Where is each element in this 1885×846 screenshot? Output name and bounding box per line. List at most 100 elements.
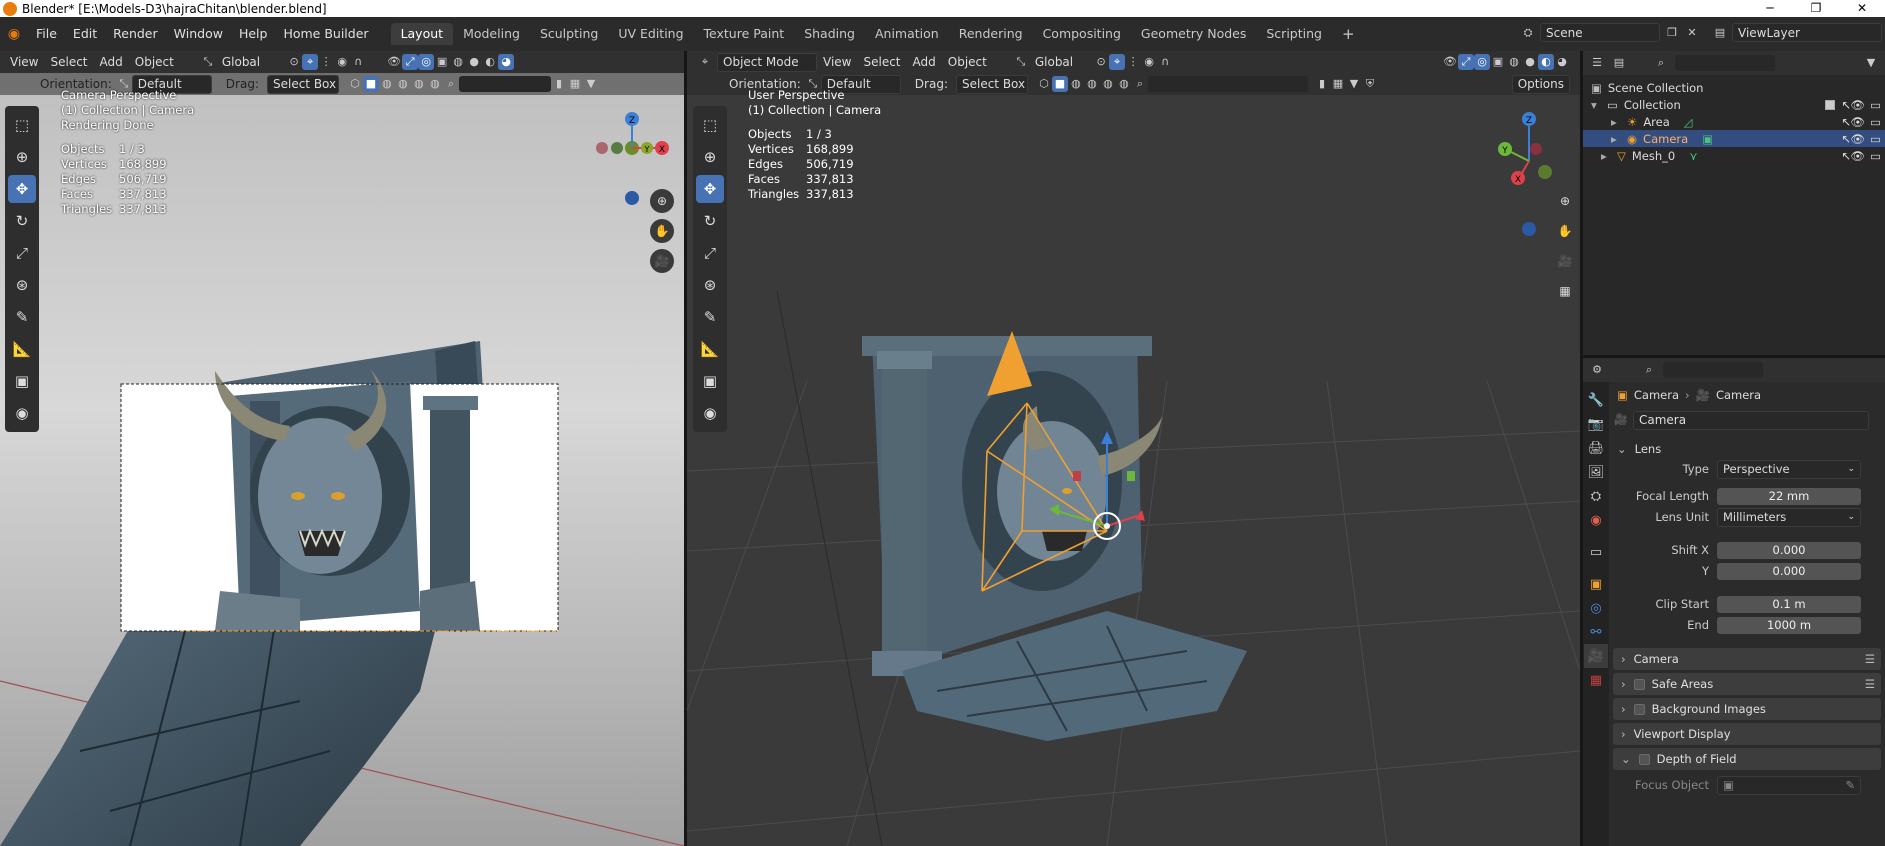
menu-render[interactable]: Render — [105, 23, 166, 45]
left-menu-add[interactable]: Add — [94, 53, 129, 72]
minimize-button[interactable]: ─ — [1747, 0, 1793, 17]
depth-of-field-panel-header[interactable]: ⌄ Depth of Field — [1613, 748, 1881, 770]
right-falloff-icon[interactable]: ∩ — [1157, 54, 1173, 70]
right-sphere-icon-2[interactable]: ◍ — [1084, 76, 1100, 92]
tool-tab-icon[interactable]: 🔧 — [1584, 388, 1608, 412]
select-mode-icon[interactable]: ■ — [362, 76, 379, 92]
options-dropdown[interactable]: Options — [1511, 74, 1570, 94]
xray-icon[interactable]: ▣ — [434, 54, 450, 70]
collection-tab-icon[interactable]: ▭ — [1584, 540, 1608, 564]
zoom-icon[interactable]: ⊕ — [650, 189, 674, 213]
outliner-mesh[interactable]: ▸ ▽ Mesh_0 ⋎ ↖ 👁 ▭ — [1583, 147, 1885, 164]
camera-datablock-field[interactable]: Camera — [1633, 410, 1869, 430]
menu-help[interactable]: Help — [231, 23, 276, 45]
expand-chevron-icon[interactable]: ▾ — [1591, 98, 1603, 112]
tab-texture-paint[interactable]: Texture Paint — [694, 23, 795, 45]
right-move-tool-icon[interactable]: ✥ — [696, 175, 724, 203]
bookmark-icon[interactable]: ▮ — [551, 76, 567, 92]
left-menu-view[interactable]: View — [4, 53, 44, 72]
tab-animation[interactable]: Animation — [865, 23, 949, 45]
outliner-search-icon[interactable]: ⌕ — [1653, 55, 1669, 71]
solid-shading-icon[interactable]: ● — [466, 54, 482, 70]
right-proportional-edit-icon[interactable]: ◉ — [1141, 54, 1157, 70]
menu-file[interactable]: File — [28, 23, 65, 45]
filter-icon[interactable]: ▼ — [583, 76, 599, 92]
overlay-toggle-icon[interactable]: ◎ — [418, 54, 435, 70]
world-tab-icon[interactable]: ◉ — [1584, 508, 1608, 532]
outliner-filter-icon[interactable]: ▼ — [1863, 55, 1879, 71]
tab-uv-editing[interactable]: UV Editing — [608, 23, 693, 45]
scene-selector[interactable]: Scene — [1540, 23, 1660, 42]
right-menu-select[interactable]: Select — [857, 53, 906, 72]
right-visibility-icon[interactable]: 👁 — [1442, 54, 1458, 70]
lens-unit-dropdown[interactable]: Millimeters ⌄ — [1717, 507, 1861, 527]
right-transform-tool-icon[interactable]: ⊛ — [696, 271, 724, 299]
cursor-tool-icon[interactable]: ⊕ — [8, 143, 36, 171]
right-layout-icon[interactable]: ▦ — [1330, 76, 1346, 92]
right-bookmark-icon[interactable]: ▮ — [1314, 76, 1330, 92]
right-transform-dropdown[interactable]: Global — [1029, 53, 1079, 72]
view-layer-selector[interactable]: ViewLayer — [1732, 23, 1882, 42]
left-search-field[interactable] — [458, 76, 551, 92]
eye-icon[interactable]: 👁 — [1850, 132, 1865, 146]
right-wireframe-shading-icon[interactable]: ◍ — [1506, 54, 1522, 70]
sphere-icon-3[interactable]: ◍ — [411, 76, 427, 92]
view-layer-tab-icon[interactable]: 🖼 — [1584, 460, 1608, 484]
right-camera-view-icon[interactable]: 🎥 — [1553, 249, 1577, 273]
snap-target-icon[interactable]: ⋮ — [318, 54, 334, 70]
tab-geometry-nodes[interactable]: Geometry Nodes — [1131, 23, 1256, 45]
sphere-icon-2[interactable]: ◍ — [395, 76, 411, 92]
visibility-icon[interactable]: 👁 — [386, 54, 402, 70]
rotate-tool-icon[interactable]: ↻ — [8, 207, 36, 235]
add-cube-tool-icon[interactable]: ▣ — [8, 367, 36, 395]
pan-hand-icon[interactable]: ✋ — [650, 219, 674, 243]
rendered-shading-icon[interactable]: ◕ — [498, 54, 515, 70]
collection-checkbox[interactable] — [1825, 99, 1835, 110]
brush-icon[interactable]: ⬡ — [347, 76, 363, 92]
right-pan-hand-icon[interactable]: ✋ — [1553, 219, 1577, 243]
add-workspace-icon[interactable]: + — [1332, 23, 1365, 45]
output-tab-icon[interactable]: 🖨 — [1584, 436, 1608, 460]
monitor-icon[interactable]: ▭ — [1870, 98, 1881, 112]
tab-rendering[interactable]: Rendering — [949, 23, 1033, 45]
right-search-icon[interactable]: ⌕ — [1132, 76, 1148, 92]
clip-start-field[interactable]: 0.1 m — [1717, 595, 1861, 613]
tab-scripting[interactable]: Scripting — [1256, 23, 1332, 45]
monitor-icon[interactable]: ▭ — [1870, 132, 1881, 146]
right-snap-icon[interactable]: ⌖ — [1109, 54, 1126, 70]
snap-icon[interactable]: ⌖ — [302, 54, 319, 70]
select-box-tool-icon[interactable]: ⬚ — [8, 111, 36, 139]
properties-search-icon[interactable]: ⌕ — [1641, 362, 1657, 378]
expand-chevron-icon[interactable]: ▸ — [1611, 115, 1623, 129]
view-layer-icon[interactable]: ▤ — [1712, 25, 1728, 41]
safe-areas-panel-header[interactable]: › Safe Areas ☰ — [1613, 673, 1881, 695]
tab-modeling[interactable]: Modeling — [453, 23, 530, 45]
right-solid-shading-icon[interactable]: ● — [1522, 54, 1538, 70]
tab-shading[interactable]: Shading — [794, 23, 865, 45]
right-grid-icon[interactable]: ▦ — [1553, 279, 1577, 303]
outliner-camera[interactable]: ▸ ◉ Camera ▣ ↖ 👁 ▭ — [1583, 130, 1885, 147]
left-menu-object[interactable]: Object — [129, 53, 180, 72]
eye-icon[interactable]: 👁 — [1850, 98, 1865, 112]
layout-icon[interactable]: ▦ — [567, 76, 583, 92]
close-button[interactable]: ✕ — [1839, 0, 1885, 17]
lens-panel-header[interactable]: ⌄ Lens — [1609, 438, 1885, 460]
expand-chevron-icon[interactable]: ▸ — [1601, 149, 1613, 163]
datablock-icon[interactable]: 🎥 — [1613, 412, 1629, 428]
right-sphere-icon-1[interactable]: ◍ — [1068, 76, 1084, 92]
sphere-icon-4[interactable]: ◍ — [427, 76, 443, 92]
right-filter-icon[interactable]: ▼ — [1346, 76, 1362, 92]
menu-window[interactable]: Window — [166, 23, 231, 45]
monitor-icon[interactable]: ▭ — [1870, 149, 1881, 163]
annotate-tool-icon[interactable]: ✎ — [8, 303, 36, 331]
right-rendered-shading-icon[interactable]: ◕ — [1554, 54, 1570, 70]
display-mode-icon[interactable]: ▤ — [1611, 55, 1627, 71]
right-material-shading-icon[interactable]: ◐ — [1538, 54, 1554, 70]
panel-menu-icon[interactable]: ☰ — [1865, 652, 1875, 666]
right-gizmo-toggle-icon[interactable]: ⤢ — [1458, 54, 1474, 70]
right-shield-icon[interactable]: ⛨ — [1362, 76, 1378, 92]
right-rotate-tool-icon[interactable]: ↻ — [696, 207, 724, 235]
right-sphere-icon-3[interactable]: ◍ — [1100, 76, 1116, 92]
outliner-editor-icon[interactable]: ☰ — [1589, 55, 1605, 71]
viewport-display-panel-header[interactable]: › Viewport Display — [1613, 723, 1881, 745]
